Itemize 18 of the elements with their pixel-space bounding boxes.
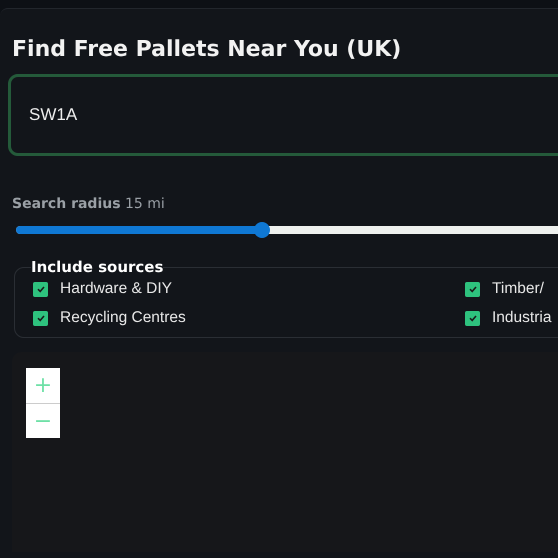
check-icon bbox=[468, 284, 478, 294]
check-icon bbox=[468, 313, 478, 323]
source-label: Recycling Centres bbox=[60, 309, 186, 327]
sources-legend: Include sources bbox=[31, 258, 164, 276]
page-title: Find Free Pallets Near You (UK) bbox=[12, 36, 402, 64]
radius-label: Search radius 15 mi bbox=[12, 196, 166, 212]
zoom-out-button[interactable]: − bbox=[26, 403, 60, 438]
check-icon bbox=[36, 284, 46, 294]
source-label: Timber/ bbox=[492, 280, 544, 298]
postcode-field[interactable]: SW1A bbox=[8, 74, 558, 156]
source-label: Hardware & DIY bbox=[60, 280, 172, 298]
checkbox[interactable] bbox=[33, 310, 48, 326]
source-label: Industria bbox=[492, 309, 552, 327]
checkbox[interactable] bbox=[465, 310, 480, 326]
checkbox[interactable] bbox=[33, 282, 48, 296]
check-icon bbox=[36, 313, 46, 323]
slider-thumb[interactable] bbox=[254, 222, 270, 238]
checkbox[interactable] bbox=[465, 282, 480, 296]
